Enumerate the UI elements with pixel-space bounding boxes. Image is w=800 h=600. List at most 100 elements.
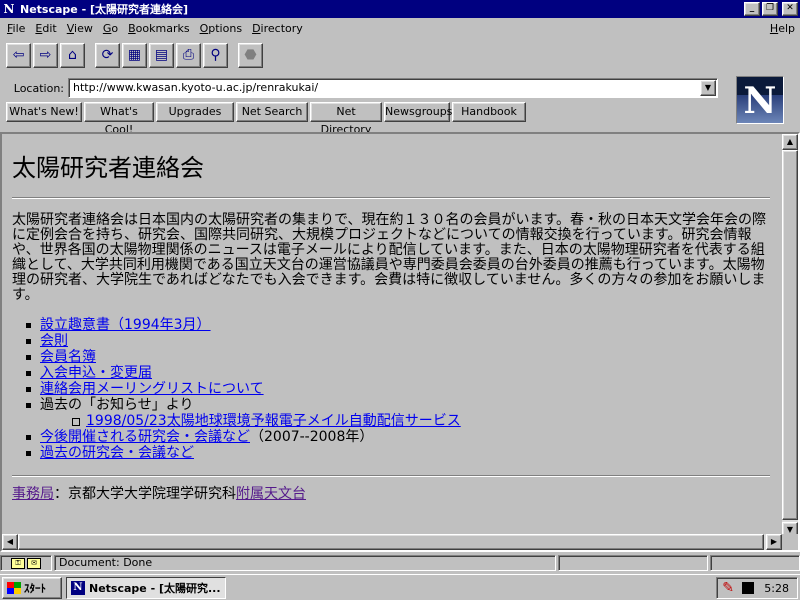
intro-paragraph: 太陽研究者連絡会は日本国内の太陽研究者の集まりで、現在約１３０名の会員がいます。… <box>12 212 767 303</box>
list-item: 過去の研究会・会議など <box>26 445 770 461</box>
location-url: http://www.kwasan.kyoto-u.ac.jp/renrakuk… <box>73 81 319 94</box>
find-button[interactable]: ⚲ <box>203 42 228 68</box>
netscape-task-icon: N <box>71 580 85 595</box>
list-item: 会員名簿 <box>26 349 770 365</box>
link-email-forecast-service[interactable]: 1998/05/23太陽地球環境予報電子メイル自動配信サービス <box>86 413 461 429</box>
minimize-button[interactable]: _ <box>744 2 760 16</box>
toolbar: ⇦ ⇨ ⌂ ⟳ ▦ ▤ ⎙ ⚲ ⬣ <box>0 40 740 70</box>
netscape-n-icon: N <box>743 80 777 122</box>
progress-panel <box>558 555 708 571</box>
link-secretariat[interactable]: 事務局 <box>12 486 54 502</box>
system-tray: ✎ 5:28 <box>716 577 798 599</box>
chevron-down-icon[interactable]: ▼ <box>700 80 716 96</box>
scroll-up-icon[interactable]: ▲ <box>782 134 798 150</box>
status-bar: ⚿ ✉ Document: Done <box>0 554 800 572</box>
list-item: 1998/05/23太陽地球環境予報電子メイル自動配信サービス <box>72 413 770 429</box>
upgrades-button[interactable]: Upgrades <box>156 102 234 122</box>
menu-edit[interactable]: Edit <box>30 22 61 35</box>
list-item: 会則 <box>26 333 770 349</box>
open-icon: ▤ <box>154 47 169 63</box>
link-mailing-list[interactable]: 連絡会用メーリングリストについて <box>40 381 264 397</box>
start-button[interactable]: ｽﾀｰﾄ <box>2 576 62 599</box>
forward-button[interactable]: ⇨ <box>33 42 58 68</box>
menu-go[interactable]: Go <box>98 22 123 35</box>
link-application[interactable]: 入会申込・変更届 <box>40 365 152 381</box>
home-button[interactable]: ⌂ <box>60 42 85 68</box>
link-list: 設立趣意書（1994年3月） 会則 会員名簿 入会申込・変更届 連絡会用メーリン… <box>26 317 770 461</box>
clock[interactable]: 5:28 <box>764 582 789 595</box>
link-member-list[interactable]: 会員名簿 <box>40 349 96 365</box>
divider <box>12 197 770 199</box>
reload-button[interactable]: ⟳ <box>95 42 120 68</box>
whats-new-button[interactable]: What's New! <box>6 102 82 122</box>
list-item: 今後開催される研究会・会議など（2007--2008年） <box>26 429 770 445</box>
link-upcoming-meetings[interactable]: 今後開催される研究会・会議など <box>40 429 250 445</box>
open-button[interactable]: ▤ <box>149 42 174 68</box>
directory-buttons: What's New! What's Cool! Upgrades Net Se… <box>6 102 528 136</box>
task-label: Netscape - [太陽研究... <box>89 581 221 595</box>
newsgroups-button[interactable]: Newsgroups <box>384 102 452 122</box>
window-title: Netscape - [太陽研究者連絡会] <box>20 3 189 16</box>
netscape-app-icon[interactable]: N <box>2 2 16 16</box>
ime-status-icon[interactable] <box>742 582 755 594</box>
close-button[interactable]: ✕ <box>782 2 798 16</box>
ime-pen-icon[interactable]: ✎ <box>722 581 736 595</box>
find-icon: ⚲ <box>210 47 221 63</box>
print-icon: ⎙ <box>182 47 195 63</box>
home-icon: ⌂ <box>68 47 77 63</box>
scroll-left-icon[interactable]: ◀ <box>2 534 18 550</box>
location-label: Location: <box>13 81 64 95</box>
menu-options[interactable]: Options <box>195 22 247 35</box>
horizontal-scrollbar[interactable]: ◀ ▶ <box>2 534 782 550</box>
netscape-logo[interactable]: N <box>736 76 784 124</box>
net-directory-button[interactable]: Net Directory <box>310 102 382 136</box>
vertical-scrollbar[interactable]: ▲ ▼ <box>782 134 798 538</box>
location-bar: Location: http://www.kwasan.kyoto-u.ac.j… <box>0 77 730 99</box>
net-search-button[interactable]: Net Search <box>236 102 308 122</box>
past-notices-label: 過去の「お知らせ」より <box>40 397 194 413</box>
whats-cool-button[interactable]: What's Cool! <box>84 102 154 136</box>
task-netscape[interactable]: N Netscape - [太陽研究... <box>66 576 226 599</box>
list-item: 入会申込・変更届 <box>26 365 770 381</box>
start-label: ｽﾀｰﾄ <box>24 581 46 595</box>
link-observatory[interactable]: 附属天文台 <box>236 486 306 502</box>
print-button[interactable]: ⎙ <box>176 42 201 68</box>
handbook-button[interactable]: Handbook <box>452 102 526 122</box>
vertical-scroll-thumb[interactable] <box>782 150 798 520</box>
windows-logo-icon <box>7 581 21 594</box>
link-bylaws[interactable]: 会則 <box>40 333 68 349</box>
menu-file[interactable]: File <box>2 22 30 35</box>
back-button[interactable]: ⇦ <box>6 42 31 68</box>
images-button[interactable]: ▦ <box>122 42 147 68</box>
menu-bookmarks[interactable]: Bookmarks <box>123 22 194 35</box>
reload-icon: ⟳ <box>101 47 114 63</box>
page-title: 太陽研究者連絡会 <box>12 154 204 182</box>
list-item: 設立趣意書（1994年3月） <box>26 317 770 333</box>
list-item: 過去の「お知らせ」より 1998/05/23太陽地球環境予報電子メイル自動配信サ… <box>26 397 770 429</box>
maximize-button[interactable]: ❐ <box>762 2 778 16</box>
menu-view[interactable]: View <box>62 22 98 35</box>
sub-list: 1998/05/23太陽地球環境予報電子メイル自動配信サービス <box>72 413 770 429</box>
horizontal-scroll-thumb[interactable] <box>18 534 764 550</box>
stop-button[interactable]: ⬣ <box>238 42 263 68</box>
document-viewport: 太陽研究者連絡会 太陽研究者連絡会は日本国内の太陽研究者の集まりで、現在約１３０… <box>0 132 800 552</box>
forward-arrow-icon: ⇨ <box>39 47 52 63</box>
status-text: Document: Done <box>54 555 556 571</box>
back-arrow-icon: ⇦ <box>12 47 25 63</box>
link-prospectus[interactable]: 設立趣意書（1994年3月） <box>40 317 211 333</box>
title-bar: N Netscape - [太陽研究者連絡会] _ ❐ ✕ <box>0 0 800 18</box>
menu-help[interactable]: Help <box>765 22 800 35</box>
status-panel <box>710 555 800 571</box>
scroll-right-icon[interactable]: ▶ <box>766 534 782 550</box>
location-input[interactable]: http://www.kwasan.kyoto-u.ac.jp/renrakuk… <box>68 78 718 98</box>
link-past-meetings[interactable]: 過去の研究会・会議など <box>40 445 194 461</box>
footer-affiliation: ：京都大学大学院理学研究科 <box>54 486 236 502</box>
upcoming-meetings-years: （2007--2008年） <box>250 429 374 445</box>
divider <box>12 475 770 477</box>
images-icon: ▦ <box>127 47 142 63</box>
security-key-icon: ⚿ ✉ <box>0 555 52 571</box>
menu-bar: File Edit View Go Bookmarks Options Dire… <box>0 19 800 37</box>
list-item: 連絡会用メーリングリストについて <box>26 381 770 397</box>
document: 太陽研究者連絡会 太陽研究者連絡会は日本国内の太陽研究者の集まりで、現在約１３０… <box>12 148 770 503</box>
menu-directory[interactable]: Directory <box>247 22 308 35</box>
